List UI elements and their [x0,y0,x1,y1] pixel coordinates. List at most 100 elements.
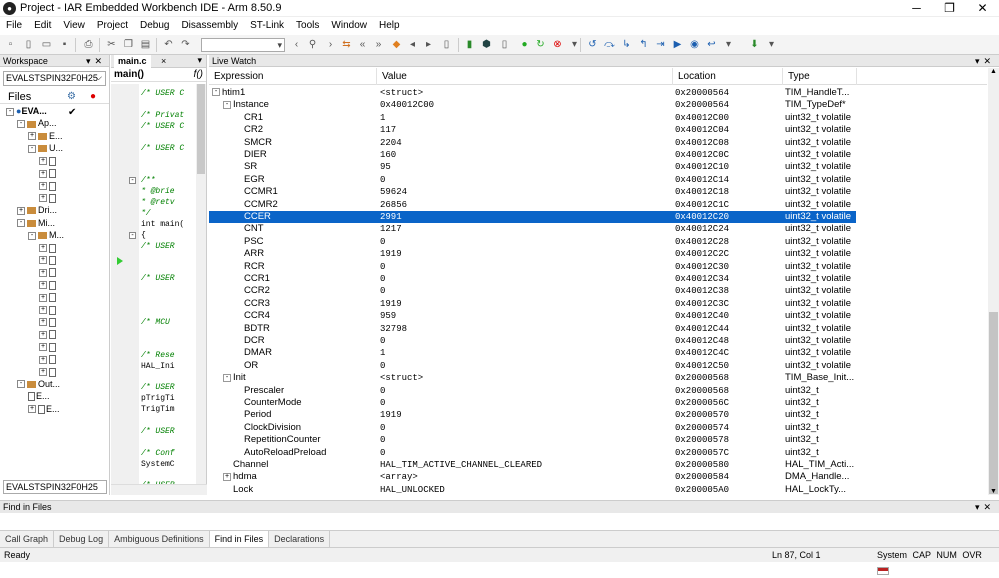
watch-value[interactable]: 0 [380,434,670,446]
watch-row[interactable]: OR 0 0x40012C50 uint32_t volatile [209,360,856,372]
replace-icon[interactable]: ⇆ [340,38,353,51]
watch-row[interactable]: Period 1919 0x20000570 uint32_t [209,409,856,421]
run-to-cursor-icon[interactable]: ▶ [671,38,684,51]
expander-icon[interactable]: + [39,330,47,339]
watch-value[interactable]: 95 [380,161,670,173]
watch-value[interactable]: 959 [380,310,670,322]
watch-value[interactable]: HAL_UNLOCKED [380,484,670,495]
tab-find-in-files[interactable]: Find in Files [209,531,270,547]
restore-icon[interactable]: ❐ [933,0,966,17]
menu-tools[interactable]: Tools [290,17,325,35]
undo-icon[interactable]: ↶ [162,38,175,51]
watch-value[interactable]: 1 [380,347,670,359]
menu-project[interactable]: Project [91,17,134,35]
menu-edit[interactable]: Edit [28,17,57,35]
watch-value[interactable]: 1 [380,112,670,124]
back-icon[interactable]: ‹ [290,38,303,51]
watch-row[interactable]: ARR 1919 0x40012C2C uint32_t volatile [209,248,856,260]
watch-row[interactable]: DMAR 1 0x40012C4C uint32_t volatile [209,347,856,359]
scroll-down-icon[interactable]: ▼ [990,488,997,495]
stop-debug-icon[interactable]: ⊗ [551,38,564,51]
tree-item[interactable]: - Out... [17,378,60,390]
expander-icon[interactable]: + [39,281,47,290]
watch-row[interactable]: AutoReloadPreload 0 0x2000057C uint32_t [209,447,856,459]
tree-item[interactable]: + [39,303,57,315]
nav-back-icon[interactable]: ◂ [406,38,419,51]
watch-value[interactable]: <array> [380,471,670,483]
watch-row[interactable]: DCR 0 0x40012C48 uint32_t volatile [209,335,856,347]
close-tab-icon[interactable]: × [161,55,166,68]
tab-main-c[interactable]: main.c [114,55,151,68]
tree-item[interactable]: + [39,279,57,291]
stop-build-icon[interactable]: ▯ [498,38,511,51]
watch-row[interactable]: CCR4 959 0x40012C40 uint32_t volatile [209,310,856,322]
watch-value[interactable]: 0 [380,397,670,409]
tree-item[interactable]: + Dri... [17,204,57,216]
editor-gutter[interactable]: -- [111,84,139,484]
expander-icon[interactable]: - [17,380,25,389]
print-icon[interactable]: ⎙ [82,38,95,51]
nav-fwd-icon[interactable]: ▸ [422,38,435,51]
menu-disassembly[interactable]: Disassembly [175,17,244,35]
watch-row[interactable]: CCMR2 26856 0x40012C1C uint32_t volatile [209,199,856,211]
watch-value[interactable]: 1919 [380,409,670,421]
pane-controls-icon[interactable]: ▾✕ [975,55,995,67]
expander-icon[interactable]: + [39,318,47,327]
tree-item[interactable]: + [39,328,57,340]
debug-icon[interactable]: ↻ [534,38,547,51]
expander-icon[interactable]: + [39,293,47,302]
expander-icon[interactable]: + [39,244,47,253]
new-workspace-icon[interactable]: ▫ [4,38,17,51]
watch-row[interactable]: CR1 1 0x40012C00 uint32_t volatile [209,112,856,124]
watch-row[interactable]: - htim1 <struct> 0x20000564 TIM_HandleT... [209,87,856,99]
expander-icon[interactable]: + [39,368,47,377]
next-statement-icon[interactable]: ⇥ [654,38,667,51]
new-file-icon[interactable]: ▯ [22,38,35,51]
tree-item[interactable]: + [39,365,57,377]
tree-item[interactable]: + [39,341,57,353]
expander-icon[interactable]: + [39,194,47,203]
menu-view[interactable]: View [57,17,91,35]
tab-dropdown-icon[interactable]: ▾ [197,55,202,66]
editor-scrollbar[interactable] [196,84,206,484]
watch-row[interactable]: CCER 2991 0x40012C20 uint32_t volatile [209,211,856,224]
expander-icon[interactable]: + [39,306,47,315]
watch-row[interactable]: EGR 0 0x40012C14 uint32_t volatile [209,174,856,186]
expander-icon[interactable]: + [39,169,47,178]
watch-row[interactable]: CCR1 0 0x40012C34 uint32_t volatile [209,273,856,285]
expander-icon[interactable]: + [39,157,47,166]
paste-icon[interactable]: ▤ [139,38,152,51]
forward-icon[interactable]: › [324,38,337,51]
watch-value[interactable]: 160 [380,149,670,161]
fold-toggle-icon[interactable]: - [129,231,136,239]
close-icon[interactable]: ✕ [966,0,999,17]
step-out-icon[interactable]: ↰ [637,38,650,51]
expander-icon[interactable]: + [39,343,47,352]
watch-row[interactable]: CCR2 0 0x40012C38 uint32_t volatile [209,285,856,297]
minimize-icon[interactable]: ─ [900,0,933,17]
watch-value[interactable]: 32798 [380,323,670,335]
step-over-icon[interactable]: ⤼ [603,38,616,51]
watch-value[interactable]: 0 [380,447,670,459]
search-icon[interactable]: ⚲ [306,38,319,51]
watch-row[interactable]: SR 95 0x40012C10 uint32_t volatile [209,161,856,173]
watch-value[interactable]: 0 [380,285,670,297]
tree-item[interactable]: - Mi... [17,217,55,229]
make-icon[interactable]: ▮ [463,38,476,51]
watch-value[interactable]: 0 [380,385,670,397]
tree-item[interactable]: E... [28,390,50,402]
pane-controls-icon[interactable]: ▾✕ [86,55,106,67]
watch-value[interactable]: <struct> [380,372,670,384]
watch-row[interactable]: RCR 0 0x40012C30 uint32_t volatile [209,261,856,273]
watch-value[interactable]: 2204 [380,137,670,149]
tree-item[interactable]: - M... [28,229,64,241]
pane-controls-icon[interactable]: ▾✕ [975,501,995,513]
tree-item[interactable]: + E... [28,403,60,415]
tree-item[interactable]: + [39,291,57,303]
watch-row[interactable]: CCMR1 59624 0x40012C18 uint32_t volatile [209,186,856,198]
watch-value[interactable]: 0 [380,360,670,372]
reset-icon[interactable]: ↺ [586,38,599,51]
watch-row[interactable]: BDTR 32798 0x40012C44 uint32_t volatile [209,323,856,335]
column-expression[interactable]: Expression [209,68,377,85]
step-into-icon[interactable]: ↳ [620,38,633,51]
